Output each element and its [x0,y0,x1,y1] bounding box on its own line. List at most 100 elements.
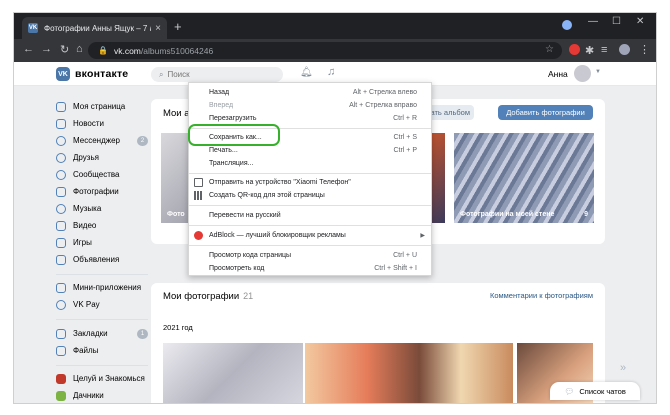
menu-item-view-source[interactable]: Просмотр кода страницы Ctrl + U [189,249,431,262]
new-tab-icon[interactable]: + [174,19,182,34]
album-caption: Фотографии на моей стене [460,211,555,218]
photo-thumbnail[interactable] [305,343,513,403]
back-icon[interactable]: ← [23,43,34,55]
browser-tab[interactable]: VK Фотографии Анны Ящук – 7 ал × [22,17,167,39]
sidebar-item-label: Новости [73,119,104,128]
menu-item-label: AdBlock — лучший блокировщик рекламы [209,232,346,239]
photo-thumbnail[interactable] [163,343,303,403]
avatar[interactable] [574,65,591,82]
profile-circle-icon[interactable] [562,20,572,30]
photos-card: Мои фотографии 21 Комментарии к фотографи… [151,283,605,403]
save-as-highlight [188,124,280,146]
context-menu: Назад Alt + Стрелка влево Вперед Alt + Стр… [188,82,432,276]
vk-logo-icon[interactable]: VK [56,67,70,81]
menu-item-label: Просмотр кода страницы [209,252,292,259]
menu-item-shortcut: Ctrl + U [393,252,417,259]
sidebar-item-files[interactable]: Файлы [56,343,148,358]
address-bar[interactable]: 🔒 vk.com/albums510064246 ☆ [88,42,562,59]
photos-header: Мои фотографии 21 [163,291,253,302]
menu-item-inspect[interactable]: Просмотреть код Ctrl + Shift + I [189,262,431,275]
add-photos-button[interactable]: Добавить фотографии [498,105,593,120]
ads-icon [56,254,66,265]
menu-item-qr-code[interactable]: Создать QR-код для этой страницы [189,189,431,202]
vk-site-name[interactable]: вконтакте [75,68,128,80]
sidebar-divider [56,365,148,366]
sidebar-item-label: Игры [73,238,92,247]
chat-list-label: Список чатов [579,386,626,396]
sidebar-item-vk-pay[interactable]: VK Pay [56,297,148,312]
sidebar-item-news[interactable]: Новости [56,116,148,131]
scroll-right-icon[interactable]: » [620,362,626,374]
music-note-icon[interactable]: ♫ [327,66,335,78]
sidebar-item-app-kiss[interactable]: Целуй и Знакомься [56,371,148,386]
games-icon [56,237,66,248]
sidebar-item-friends[interactable]: Друзья [56,150,148,165]
albums-title: Мои а [163,108,190,119]
sidebar-divider [56,274,148,275]
sidebar-item-groups[interactable]: Сообщества [56,167,148,182]
forward-icon[interactable]: → [41,43,52,55]
menu-item-label: Создать QR-код для этой страницы [209,192,325,199]
profile-avatar-icon[interactable] [619,44,630,55]
search-box[interactable]: ⌕ [151,67,283,82]
sidebar-item-label: Целуй и Знакомься [73,374,145,383]
menu-item-translate[interactable]: Перевести на русский [189,209,431,222]
menu-separator [189,245,431,246]
menu-item-back[interactable]: Назад Alt + Стрелка влево [189,86,431,99]
sidebar-item-games[interactable]: Игры [56,235,148,250]
minimize-icon[interactable]: — [588,16,598,27]
address-toolbar: ← → ↻ ⌂ 🔒 vk.com/albums510064246 ☆ ✱ ≡ ⋮ [14,39,656,62]
sidebar-item-label: Закладки [73,329,108,338]
tab-bar: VK Фотографии Анны Ящук – 7 ал × + — ☐ ✕ [14,13,656,39]
lock-icon[interactable]: 🔒 [98,46,108,55]
close-tab-icon[interactable]: × [155,23,161,34]
menu-icon[interactable]: ⋮ [639,43,650,56]
message-icon [56,135,66,146]
sidebar-item-bookmarks[interactable]: Закладки 1 [56,326,148,341]
menu-separator [189,173,431,174]
url-host: vk.com [113,45,141,56]
comments-link[interactable]: Комментарии к фотографиям [490,291,593,300]
menu-item-cast[interactable]: Трансляция... [189,157,431,170]
menu-item-label: Просмотреть код [209,265,265,272]
bookmark-icon [56,328,66,339]
pay-icon [56,299,66,310]
search-input[interactable] [167,70,268,79]
year-label: 2021 год [163,323,193,332]
sidebar-item-my-page[interactable]: Моя страница [56,99,148,114]
album-caption: Фото [167,211,185,218]
sidebar-item-video[interactable]: Видео [56,218,148,233]
reload-icon[interactable]: ↻ [60,43,69,56]
sidebar-item-app-dachniki[interactable]: Дачники [56,388,148,403]
notifications-bell-icon[interactable]: 🔔︎ [300,67,313,78]
user-name[interactable]: Анна [548,69,568,79]
bookmarks-count-badge: 1 [137,329,148,339]
sidebar-item-label: Мини-приложения [73,283,142,292]
maximize-icon[interactable]: ☐ [612,16,621,27]
sidebar-item-photos[interactable]: Фотографии [56,184,148,199]
close-window-icon[interactable]: ✕ [636,16,644,27]
album-photo-count: 9 [584,211,588,218]
sidebar-divider [56,319,148,320]
qr-icon [194,191,203,200]
sidebar-item-label: Фотографии [73,187,119,196]
bookmark-star-icon[interactable]: ☆ [545,44,554,55]
sidebar-item-mini-apps[interactable]: Мини-приложения [56,280,148,295]
menu-item-adblock[interactable]: AdBlock — лучший блокировщик рекламы ▶ [189,229,431,242]
sidebar-item-ads[interactable]: Объявления [56,252,148,267]
sidebar-item-messenger[interactable]: Мессенджер 2 [56,133,148,148]
album-card[interactable]: Фотографии на моей стене 9 [454,133,594,223]
menu-separator [189,205,431,206]
chat-list-button[interactable]: 💬︎ Список чатов [550,382,640,400]
menu-item-label: Перезагрузить [209,115,257,122]
menu-item-send-to-device[interactable]: Отправить на устройство "Xiaomi Телефон" [189,176,431,189]
sidebar-item-music[interactable]: Музыка [56,201,148,216]
app-icon [56,390,66,401]
reading-list-icon[interactable]: ≡ [601,44,607,56]
sidebar-item-label: Видео [73,221,97,230]
chevron-down-icon[interactable]: ▼ [595,69,601,75]
adblock-extension-icon[interactable] [569,44,580,55]
extensions-icon[interactable]: ✱ [585,44,594,57]
home-icon[interactable]: ⌂ [76,43,83,55]
chat-icon: 💬︎ [564,386,575,396]
